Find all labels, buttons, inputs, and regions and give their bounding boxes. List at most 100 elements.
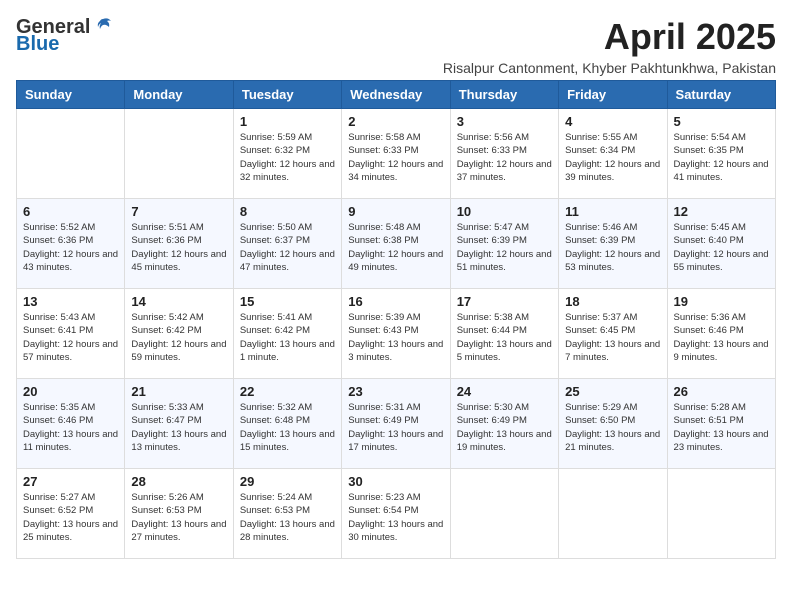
day-number: 4 [565,114,660,129]
day-info: Sunrise: 5:56 AMSunset: 6:33 PMDaylight:… [457,131,552,184]
logo-blue-text: Blue [16,34,59,54]
calendar-cell [450,469,558,559]
calendar-week-row: 20 Sunrise: 5:35 AMSunset: 6:46 PMDayligh… [17,379,776,469]
day-info: Sunrise: 5:38 AMSunset: 6:44 PMDaylight:… [457,311,552,364]
calendar-cell: 27Sunrise: 5:27 AMSunset: 6:52 PMDayligh… [17,469,125,559]
calendar-week-row: 1 Sunrise: 5:59 AMSunset: 6:32 PMDaylight… [17,109,776,199]
day-number: 6 [23,204,118,219]
calendar-day-header: Thursday [450,81,558,109]
calendar-cell: 29 Sunrise: 5:24 AMSunset: 6:53 PMDayligh… [233,469,341,559]
day-info: Sunrise: 5:41 AMSunset: 6:42 PMDaylight:… [240,311,335,364]
calendar-cell: 10 Sunrise: 5:47 AMSunset: 6:39 PMDayligh… [450,199,558,289]
calendar-cell: 14 Sunrise: 5:42 AMSunset: 6:42 PMDayligh… [125,289,233,379]
calendar-cell: 28 Sunrise: 5:26 AMSunset: 6:53 PMDayligh… [125,469,233,559]
day-info: Sunrise: 5:35 AMSunset: 6:46 PMDaylight:… [23,401,118,454]
day-info: Sunrise: 5:54 AMSunset: 6:35 PMDaylight:… [674,131,769,184]
day-number: 28 [131,474,226,489]
day-info: Sunrise: 5:33 AMSunset: 6:47 PMDaylight:… [131,401,226,454]
day-number: 11 [565,204,660,219]
day-number: 20 [23,384,118,399]
day-info: Sunrise: 5:48 AMSunset: 6:38 PMDaylight:… [348,221,443,274]
day-number: 10 [457,204,552,219]
calendar-body: 1 Sunrise: 5:59 AMSunset: 6:32 PMDaylight… [17,109,776,559]
day-info: Sunrise: 5:43 AMSunset: 6:41 PMDaylight:… [23,311,118,364]
day-number: 9 [348,204,443,219]
calendar-cell: 13 Sunrise: 5:43 AMSunset: 6:41 PMDayligh… [17,289,125,379]
calendar-cell: 4 Sunrise: 5:55 AMSunset: 6:34 PMDaylight… [559,109,667,199]
calendar-day-header: Tuesday [233,81,341,109]
calendar-day-header: Wednesday [342,81,450,109]
calendar-cell [125,109,233,199]
day-number: 14 [131,294,226,309]
day-number: 24 [457,384,552,399]
day-number: 29 [240,474,335,489]
calendar-cell: 11 Sunrise: 5:46 AMSunset: 6:39 PMDayligh… [559,199,667,289]
month-title: April 2025 [443,16,776,58]
calendar-cell: 2Sunrise: 5:58 AMSunset: 6:33 PMDaylight… [342,109,450,199]
calendar-cell: 16 Sunrise: 5:39 AMSunset: 6:43 PMDayligh… [342,289,450,379]
day-info: Sunrise: 5:39 AMSunset: 6:43 PMDaylight:… [348,311,443,364]
calendar-cell: 8 Sunrise: 5:50 AMSunset: 6:37 PMDaylight… [233,199,341,289]
calendar-cell: 26 Sunrise: 5:28 AMSunset: 6:51 PMDayligh… [667,379,775,469]
day-number: 25 [565,384,660,399]
day-number: 16 [348,294,443,309]
calendar-table: SundayMondayTuesdayWednesdayThursdayFrid… [16,80,776,559]
calendar-cell: 1 Sunrise: 5:59 AMSunset: 6:32 PMDaylight… [233,109,341,199]
day-info: Sunrise: 5:42 AMSunset: 6:42 PMDaylight:… [131,311,226,364]
day-info: Sunrise: 5:59 AMSunset: 6:32 PMDaylight:… [240,131,335,184]
calendar-cell: 3 Sunrise: 5:56 AMSunset: 6:33 PMDaylight… [450,109,558,199]
day-number: 21 [131,384,226,399]
day-info: Sunrise: 5:58 AMSunset: 6:33 PMDaylight:… [348,131,443,184]
day-number: 23 [348,384,443,399]
day-info: Sunrise: 5:26 AMSunset: 6:53 PMDaylight:… [131,491,226,544]
day-info: Sunrise: 5:28 AMSunset: 6:51 PMDaylight:… [674,401,769,454]
day-number: 7 [131,204,226,219]
day-number: 1 [240,114,335,129]
calendar-day-header: Sunday [17,81,125,109]
day-info: Sunrise: 5:55 AMSunset: 6:34 PMDaylight:… [565,131,660,184]
day-number: 8 [240,204,335,219]
calendar-cell: 21 Sunrise: 5:33 AMSunset: 6:47 PMDayligh… [125,379,233,469]
day-info: Sunrise: 5:36 AMSunset: 6:46 PMDaylight:… [674,311,769,364]
calendar-cell: 19 Sunrise: 5:36 AMSunset: 6:46 PMDayligh… [667,289,775,379]
day-info: Sunrise: 5:29 AMSunset: 6:50 PMDaylight:… [565,401,660,454]
day-number: 3 [457,114,552,129]
logo-bird-icon [92,16,114,38]
day-number: 17 [457,294,552,309]
calendar-cell: 12 Sunrise: 5:45 AMSunset: 6:40 PMDayligh… [667,199,775,289]
day-info: Sunrise: 5:50 AMSunset: 6:37 PMDaylight:… [240,221,335,274]
calendar-cell: 22Sunrise: 5:32 AMSunset: 6:48 PMDayligh… [233,379,341,469]
day-number: 30 [348,474,443,489]
day-info: Sunrise: 5:46 AMSunset: 6:39 PMDaylight:… [565,221,660,274]
calendar-cell [17,109,125,199]
day-number: 5 [674,114,769,129]
calendar-cell: 24 Sunrise: 5:30 AMSunset: 6:49 PMDayligh… [450,379,558,469]
day-number: 26 [674,384,769,399]
calendar-cell: 9 Sunrise: 5:48 AMSunset: 6:38 PMDaylight… [342,199,450,289]
day-info: Sunrise: 5:27 AMSunset: 6:52 PMDaylight:… [23,491,118,544]
calendar-cell: 18 Sunrise: 5:37 AMSunset: 6:45 PMDayligh… [559,289,667,379]
calendar-week-row: 6 Sunrise: 5:52 AMSunset: 6:36 PMDaylight… [17,199,776,289]
day-number: 19 [674,294,769,309]
day-number: 13 [23,294,118,309]
day-number: 22 [240,384,335,399]
day-info: Sunrise: 5:47 AMSunset: 6:39 PMDaylight:… [457,221,552,274]
calendar-week-row: 27Sunrise: 5:27 AMSunset: 6:52 PMDayligh… [17,469,776,559]
day-info: Sunrise: 5:30 AMSunset: 6:49 PMDaylight:… [457,401,552,454]
calendar-cell [559,469,667,559]
day-info: Sunrise: 5:37 AMSunset: 6:45 PMDaylight:… [565,311,660,364]
day-info: Sunrise: 5:52 AMSunset: 6:36 PMDaylight:… [23,221,118,274]
calendar-header-row: SundayMondayTuesdayWednesdayThursdayFrid… [17,81,776,109]
title-section: April 2025 Risalpur Cantonment, Khyber P… [443,16,776,76]
calendar-day-header: Friday [559,81,667,109]
day-number: 15 [240,294,335,309]
day-number: 18 [565,294,660,309]
calendar-cell: 15 Sunrise: 5:41 AMSunset: 6:42 PMDayligh… [233,289,341,379]
calendar-cell: 17 Sunrise: 5:38 AMSunset: 6:44 PMDayligh… [450,289,558,379]
day-info: Sunrise: 5:24 AMSunset: 6:53 PMDaylight:… [240,491,335,544]
calendar-cell: 7Sunrise: 5:51 AMSunset: 6:36 PMDaylight… [125,199,233,289]
calendar-day-header: Saturday [667,81,775,109]
day-info: Sunrise: 5:45 AMSunset: 6:40 PMDaylight:… [674,221,769,274]
day-number: 12 [674,204,769,219]
page-header: General Blue April 2025 Risalpur Cantonm… [16,16,776,76]
